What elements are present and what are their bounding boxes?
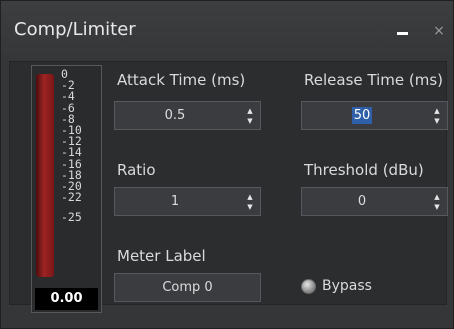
attack-time-label: Attack Time (ms): [117, 71, 246, 89]
meter-scale: 0 -2 -4 -6 -8 -10 -12 -14 -16 -18 -20 -2…: [61, 68, 99, 225]
threshold-down-arrow-icon[interactable]: ▼: [433, 204, 441, 211]
threshold-up-arrow-icon[interactable]: ▲: [433, 194, 441, 201]
window-title: Comp/Limiter: [14, 19, 136, 40]
release-time-label: Release Time (ms): [304, 71, 443, 89]
ratio-spinbox[interactable]: 1 ▲ ▼: [114, 187, 261, 216]
release-time-field[interactable]: 50: [302, 102, 422, 129]
meter-label-caption: Meter Label: [117, 247, 206, 265]
ratio-up-arrow-icon[interactable]: ▲: [246, 194, 254, 201]
bypass-radio[interactable]: [301, 279, 316, 294]
level-meter: 0 -2 -4 -6 -8 -10 -12 -14 -16 -18 -20 -2…: [31, 65, 102, 313]
threshold-spinbox[interactable]: 0 ▲ ▼: [301, 187, 448, 216]
minimize-icon[interactable]: [393, 23, 413, 43]
release-time-down-arrow-icon[interactable]: ▼: [433, 118, 441, 125]
attack-time-value[interactable]: 0.5: [115, 102, 235, 129]
threshold-value[interactable]: 0: [302, 188, 422, 215]
attack-time-down-arrow-icon[interactable]: ▼: [246, 118, 254, 125]
meter-label-input[interactable]: Comp 0: [114, 273, 261, 302]
release-time-value[interactable]: 50: [351, 107, 373, 124]
attack-time-up-arrow-icon[interactable]: ▲: [246, 108, 254, 115]
meter-scale-label: -25: [61, 210, 82, 225]
meter-scale-label: -22: [61, 190, 82, 205]
release-time-spinbox[interactable]: 50 ▲ ▼: [301, 101, 448, 130]
ratio-label: Ratio: [117, 161, 156, 179]
meter-value: 0.00: [35, 288, 98, 310]
close-icon[interactable]: ×: [429, 20, 449, 42]
ratio-down-arrow-icon[interactable]: ▼: [246, 204, 254, 211]
ratio-value[interactable]: 1: [115, 188, 235, 215]
title-bar[interactable]: Comp/Limiter ×: [1, 1, 453, 63]
threshold-label: Threshold (dBu): [304, 161, 424, 179]
attack-time-spinbox[interactable]: 0.5 ▲ ▼: [114, 101, 261, 130]
comp-limiter-window: Comp/Limiter × 0 -2 -4 -6 -8 -10 -12 -14…: [0, 0, 454, 329]
release-time-up-arrow-icon[interactable]: ▲: [433, 108, 441, 115]
bypass-label[interactable]: Bypass: [322, 278, 372, 294]
meter-bar: [36, 74, 54, 277]
